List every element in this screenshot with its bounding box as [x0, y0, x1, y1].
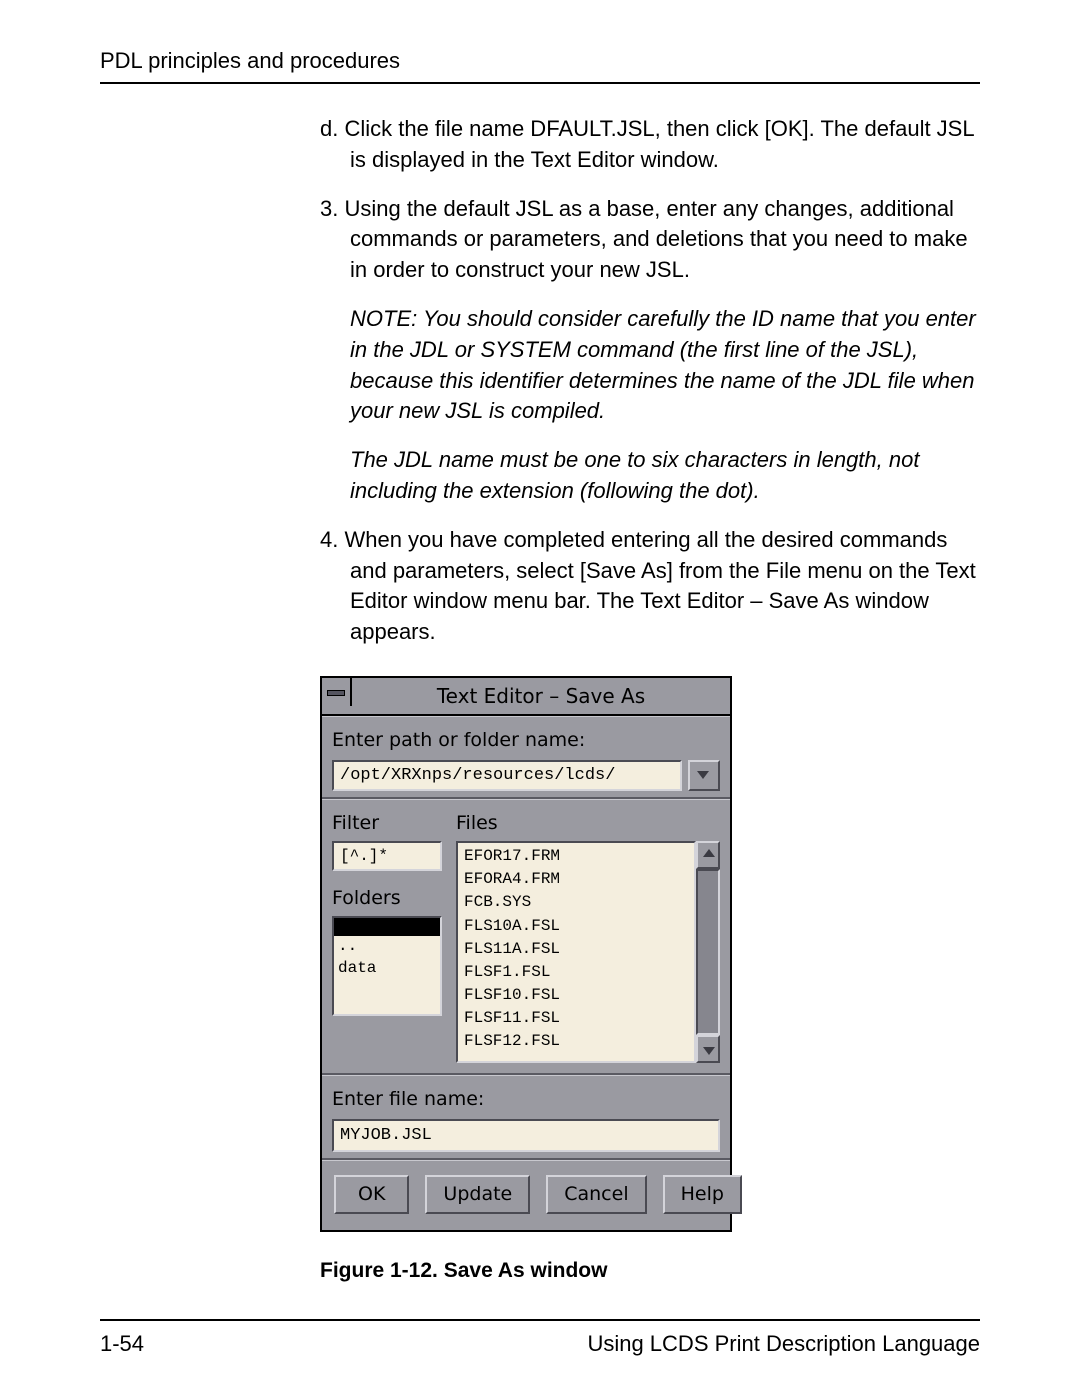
- list-item[interactable]: data: [334, 958, 440, 980]
- footer-title: Using LCDS Print Description Language: [587, 1331, 980, 1357]
- list-item[interactable]: FLSF11.FSL: [464, 1007, 694, 1030]
- scroll-track[interactable]: [696, 869, 720, 1035]
- path-label: Enter path or folder name:: [332, 727, 720, 754]
- list-item[interactable]: FLS11A.FSL: [464, 938, 694, 961]
- figure-caption: Figure 1-12. Save As window: [320, 1256, 980, 1285]
- step-d: d. Click the file name DFAULT.JSL, then …: [350, 114, 980, 176]
- help-button[interactable]: Help: [663, 1175, 742, 1214]
- files-list[interactable]: EFOR17.FRM EFORA4.FRM FCB.SYS FLS10A.FSL…: [456, 841, 696, 1063]
- list-item[interactable]: .: [334, 918, 440, 936]
- list-item[interactable]: FLSF1.FSL: [464, 961, 694, 984]
- dialog-title: Text Editor – Save As: [352, 678, 730, 714]
- update-button[interactable]: Update: [425, 1175, 530, 1214]
- note-1: NOTE: You should consider carefully the …: [350, 304, 980, 427]
- window-menu-icon[interactable]: [322, 678, 352, 706]
- save-as-dialog: Text Editor – Save As Enter path or fold…: [320, 676, 732, 1232]
- scroll-down-icon[interactable]: [696, 1035, 720, 1063]
- filter-input[interactable]: [^.]*: [332, 841, 442, 871]
- files-label: Files: [456, 810, 720, 837]
- filename-label: Enter file name:: [332, 1086, 720, 1113]
- note-2: The JDL name must be one to six characte…: [350, 445, 980, 507]
- scroll-up-icon[interactable]: [696, 841, 720, 869]
- files-scrollbar[interactable]: [696, 841, 720, 1063]
- path-input[interactable]: /opt/XRXnps/resources/lcds/: [332, 760, 682, 792]
- page-number: 1-54: [100, 1331, 144, 1357]
- list-item[interactable]: FLSF12.FSL: [464, 1030, 694, 1053]
- filter-label: Filter: [332, 810, 442, 837]
- page-footer: 1-54 Using LCDS Print Description Langua…: [100, 1319, 980, 1357]
- list-item[interactable]: ..: [334, 936, 440, 958]
- path-dropdown-icon[interactable]: [688, 760, 720, 792]
- step-4: 4. When you have completed entering all …: [320, 525, 980, 648]
- cancel-button[interactable]: Cancel: [546, 1175, 646, 1214]
- folders-list[interactable]: . .. data: [332, 916, 442, 1016]
- list-item[interactable]: EFOR17.FRM: [464, 845, 694, 868]
- filename-input[interactable]: MYJOB.JSL: [332, 1119, 720, 1153]
- folders-label: Folders: [332, 885, 442, 912]
- ok-button[interactable]: OK: [334, 1175, 409, 1214]
- titlebar: Text Editor – Save As: [322, 678, 730, 716]
- body-content: d. Click the file name DFAULT.JSL, then …: [320, 114, 980, 1285]
- list-item[interactable]: FLS10A.FSL: [464, 915, 694, 938]
- list-item[interactable]: EFORA4.FRM: [464, 868, 694, 891]
- step-3: 3. Using the default JSL as a base, ente…: [320, 194, 980, 286]
- list-item[interactable]: FCB.SYS: [464, 891, 694, 914]
- page-header: PDL principles and procedures: [100, 48, 980, 84]
- list-item[interactable]: FLSF10.FSL: [464, 984, 694, 1007]
